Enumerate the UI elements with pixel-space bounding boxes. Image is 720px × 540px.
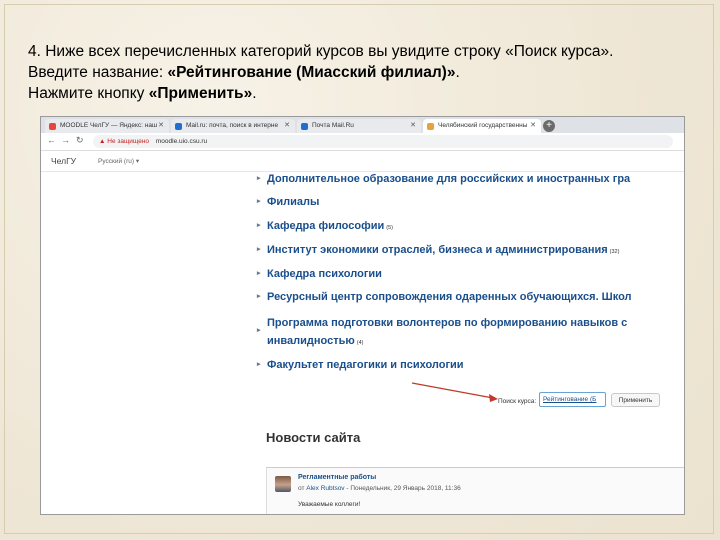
news-post: Регламентные работы от Alex Rubtsov - По… (266, 467, 684, 514)
post-author-link[interactable]: Alex Rubtsov (306, 485, 344, 492)
post-date: - Понедельник, 29 Январь 2018, 11:36 (344, 485, 461, 492)
annotation-arrow-icon (411, 382, 498, 402)
instruction-line-3-suffix: . (252, 85, 257, 102)
instruction-text: 4. Ниже всех перечисленных категорий кур… (28, 41, 708, 104)
course-name-highlight: «Рейтингование (Миасский филиал)» (167, 64, 456, 81)
course-search-label: Поиск курса: (498, 398, 537, 405)
news-section-title: Новости сайта (266, 430, 361, 445)
post-meta: от Alex Rubtsov - Понедельник, 29 Январь… (298, 485, 461, 492)
instruction-line-2-suffix: . (455, 64, 460, 81)
post-body: Уважаемые коллеги! (298, 501, 361, 508)
instruction-line-3: Нажмите кнопку «Применить». (28, 83, 708, 104)
instruction-line-2: Введите название: «Рейтингование (Миасск… (28, 62, 708, 83)
browser-screenshot: MOODLE ЧелГУ — Яндекс: наш ✕ Mail.ru: по… (40, 116, 685, 515)
course-search-input[interactable] (539, 392, 606, 407)
author-avatar[interactable] (275, 476, 291, 492)
instruction-line-2-prefix: Введите название: (28, 64, 168, 81)
apply-button-highlight: «Применить» (148, 85, 253, 102)
apply-button[interactable]: Применить (611, 393, 660, 407)
instruction-line-1: 4. Ниже всех перечисленных категорий кур… (28, 43, 614, 60)
post-title[interactable]: Регламентные работы (298, 474, 376, 481)
instruction-line-3-prefix: Нажмите кнопку (28, 85, 149, 102)
